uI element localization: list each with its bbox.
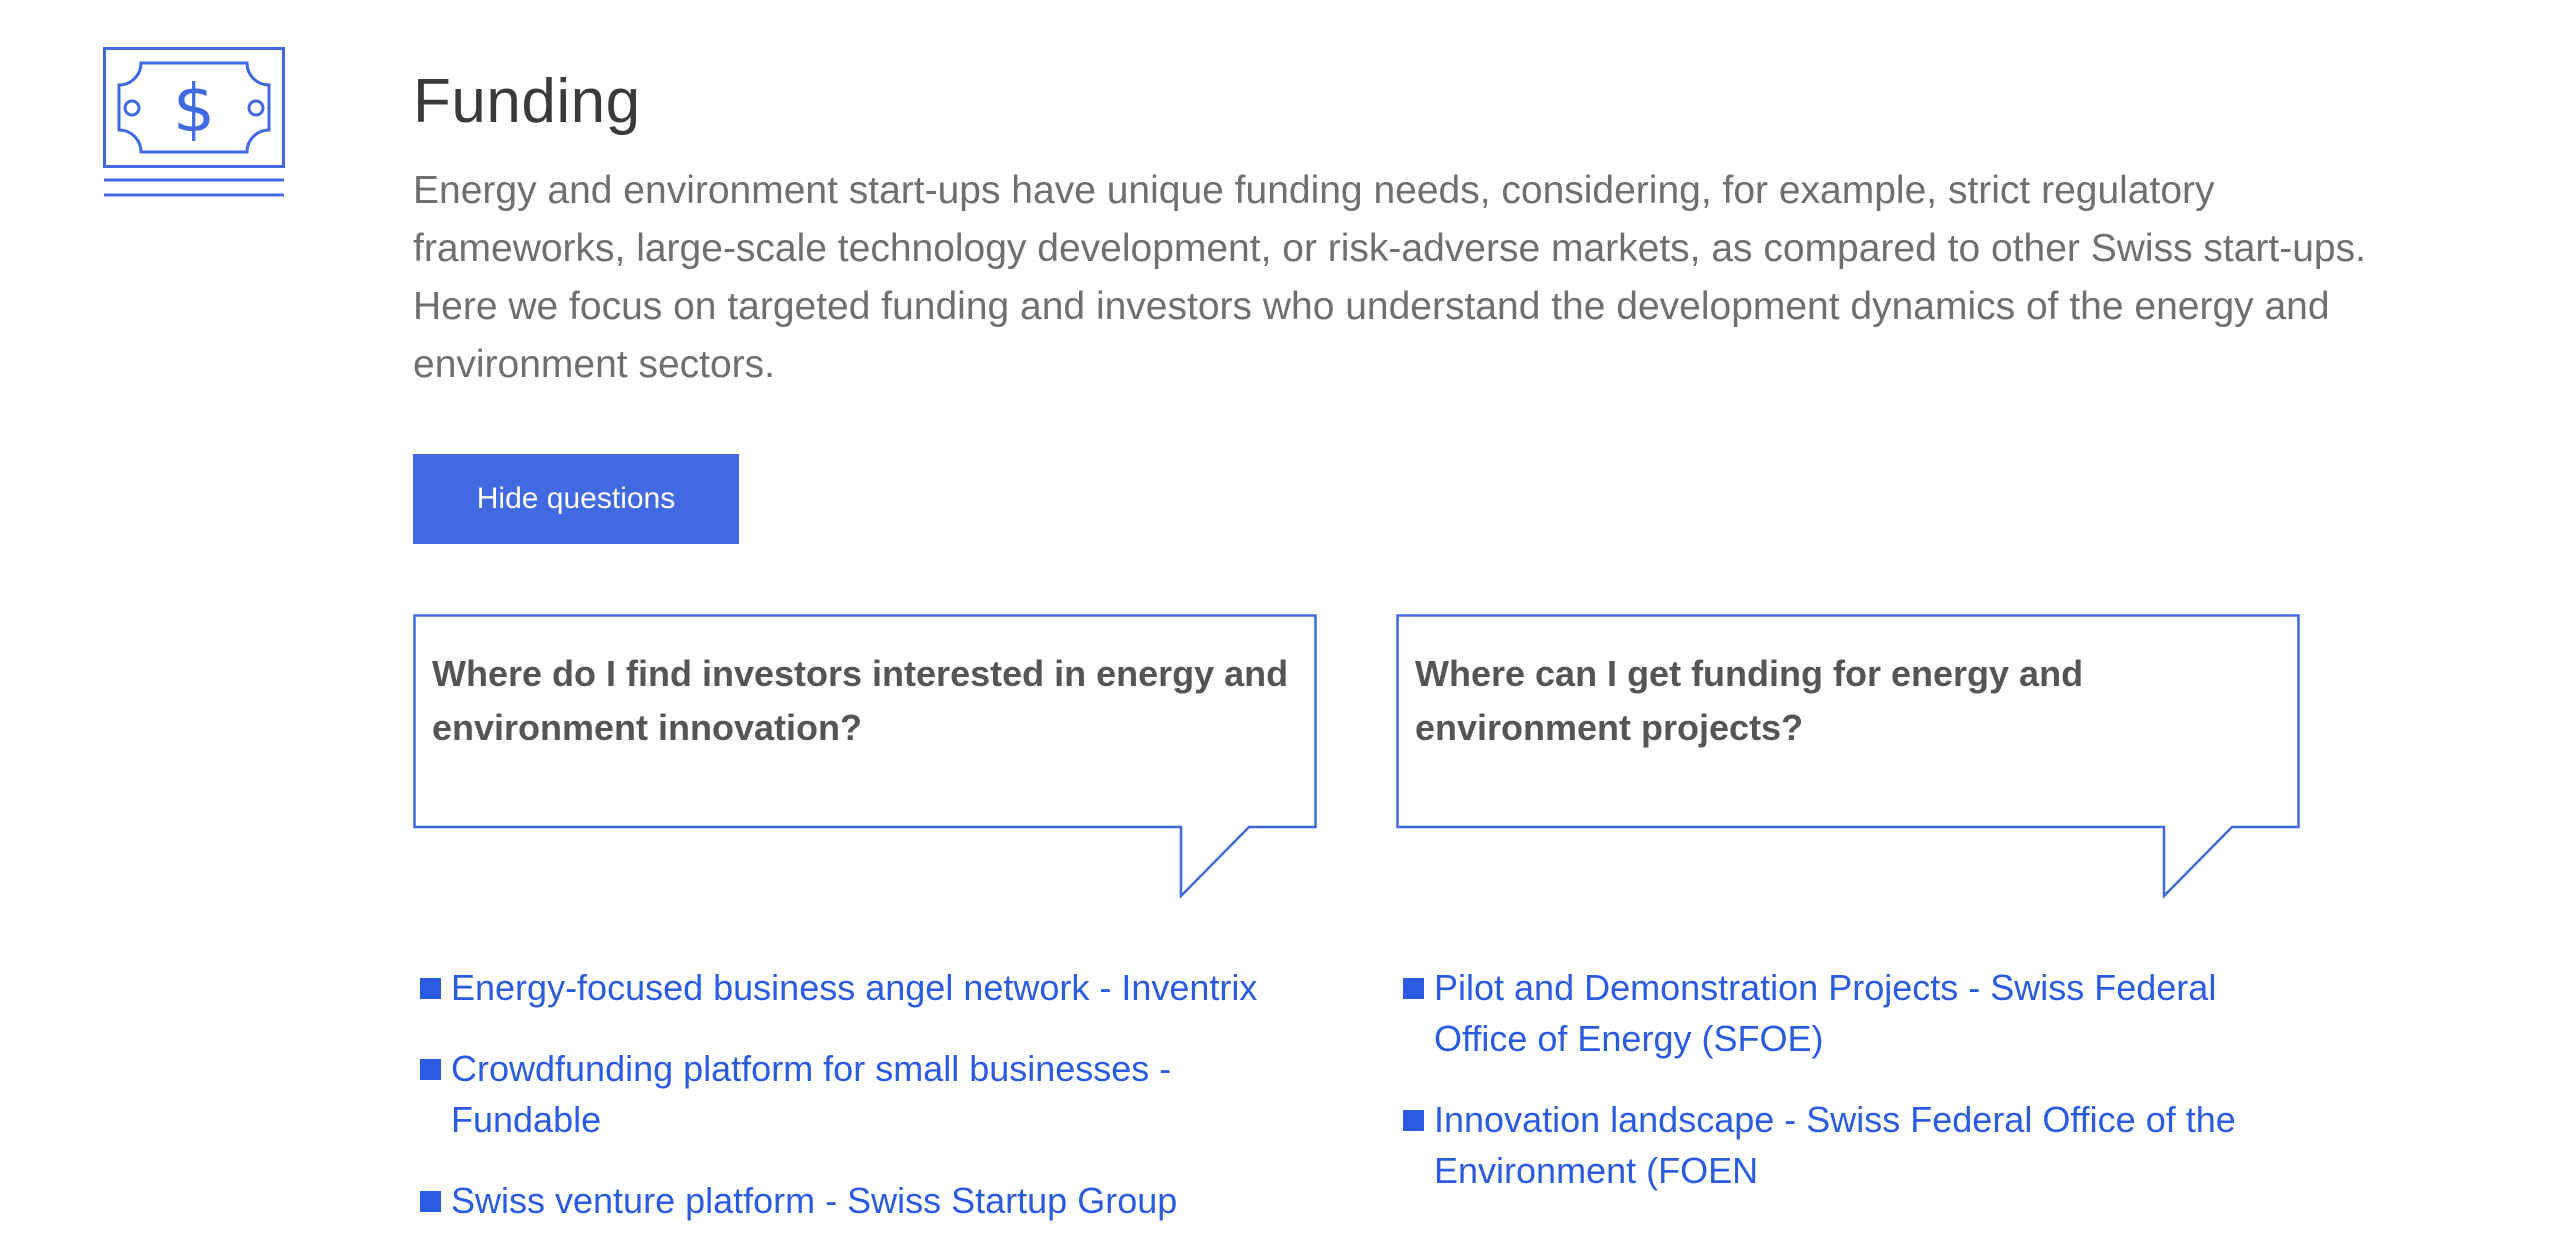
square-bullet-icon: [420, 1191, 441, 1212]
square-bullet-icon: [1403, 1110, 1424, 1131]
investor-links-list: Energy-focused business angel network - …: [420, 962, 1320, 1256]
link-foen-innovation-landscape[interactable]: Innovation landscape - Swiss Federal Off…: [1434, 1099, 2236, 1191]
square-bullet-icon: [420, 1059, 441, 1080]
list-item: Swiss venture platform - Swiss Startup G…: [420, 1175, 1320, 1226]
question-bubble-funding: Where can I get funding for energy and e…: [1396, 614, 2300, 900]
link-inventrix[interactable]: Energy-focused business angel network - …: [451, 967, 1257, 1008]
link-sfoe-pilot-projects[interactable]: Pilot and Demonstration Projects - Swiss…: [1434, 967, 2216, 1059]
funding-links-list: Pilot and Demonstration Projects - Swiss…: [1403, 962, 2263, 1226]
svg-text:$: $: [173, 70, 215, 147]
section-title: Funding: [413, 67, 641, 136]
question-text: Where do I find investors interested in …: [432, 653, 1289, 748]
section-intro: Energy and environment start-ups have un…: [413, 169, 2366, 386]
list-item: Energy-focused business angel network - …: [420, 962, 1320, 1013]
link-swiss-startup-group[interactable]: Swiss venture platform - Swiss Startup G…: [451, 1180, 1177, 1221]
square-bullet-icon: [420, 978, 441, 999]
link-fundable[interactable]: Crowdfunding platform for small business…: [451, 1048, 1171, 1140]
money-bill-icon: $: [103, 47, 285, 199]
square-bullet-icon: [1403, 978, 1424, 999]
question-text: Where can I get funding for energy and e…: [1415, 653, 2084, 748]
hide-questions-button[interactable]: Hide questions: [413, 454, 739, 544]
question-bubble-investors: Where do I find investors interested in …: [413, 614, 1317, 900]
list-item: Crowdfunding platform for small business…: [420, 1043, 1320, 1145]
list-item: Pilot and Demonstration Projects - Swiss…: [1403, 962, 2263, 1064]
